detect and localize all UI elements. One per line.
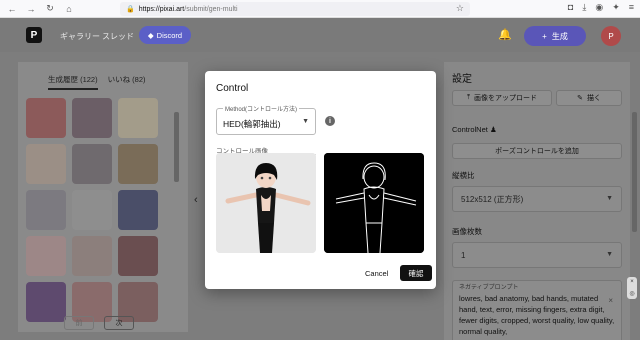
pagination: 前 次 xyxy=(64,316,134,330)
extensions-icon[interactable]: ✦ xyxy=(612,2,620,13)
method-legend: Method(コントロール方法) xyxy=(223,104,300,113)
lock-icon: 🔒 xyxy=(126,6,135,13)
nav-gallery[interactable]: ギャラリー xyxy=(60,31,100,42)
forward-icon[interactable]: → xyxy=(24,2,38,16)
thumbnail[interactable] xyxy=(72,144,112,184)
download-icon[interactable]: ⤓ xyxy=(582,2,586,13)
page-scrollbar[interactable] xyxy=(632,112,637,232)
app-header: P ギャラリー スレッド ◆ Discord 🔔 + 生成 P xyxy=(0,18,640,52)
caret-down-icon: ▼ xyxy=(302,118,309,125)
thumbnail[interactable] xyxy=(26,282,66,322)
tab-likes[interactable]: いいね (82) xyxy=(108,74,146,90)
negative-prompt-field[interactable]: ネガティブプロンプト × lowres, bad anatomy, bad ha… xyxy=(452,280,622,340)
draw-button[interactable]: ✎ 描く xyxy=(556,90,622,106)
side-widget[interactable]: × ◎ xyxy=(627,277,637,299)
controlnet-label: ControlNet ♟ xyxy=(452,125,497,134)
image-count-select[interactable]: 1 ▼ xyxy=(452,242,622,268)
close-icon[interactable]: × xyxy=(630,279,634,285)
source-figure-illustration xyxy=(216,153,316,253)
nav-threads[interactable]: スレッド xyxy=(102,31,134,42)
pocket-icon[interactable]: ◘ xyxy=(568,2,573,13)
negative-prompt-label: ネガティブプロンプト xyxy=(459,285,519,291)
avatar[interactable]: P xyxy=(601,26,621,46)
control-dialog: Control Method(コントロール方法) HED(輪郭抽出) ▼ i コ… xyxy=(205,71,436,289)
upload-icon: ⤒ xyxy=(466,94,471,101)
confirm-button[interactable]: 確認 xyxy=(400,265,432,281)
upload-image-button[interactable]: ⤒ 画像をアップロード xyxy=(452,90,552,106)
thumbnail[interactable] xyxy=(26,144,66,184)
thumbnail[interactable] xyxy=(118,236,158,276)
thumbnail[interactable] xyxy=(72,236,112,276)
thumbnail[interactable] xyxy=(118,144,158,184)
browser-toolbar: ← → ↻ ⌂ 🔒 https://pixai.art /submit/gen-… xyxy=(0,0,640,18)
notification-bell-icon[interactable]: 🔔 xyxy=(498,28,512,41)
account-icon[interactable]: ◉ xyxy=(595,2,603,13)
image-count-value: 1 xyxy=(461,250,466,260)
person-icon: ♟ xyxy=(489,125,497,134)
browser-icons: ◘ ⤓ ◉ ✦ ≡ xyxy=(568,2,634,13)
thumbnail[interactable] xyxy=(118,98,158,138)
control-edge-image xyxy=(324,153,424,253)
menu-icon[interactable]: ≡ xyxy=(629,2,634,13)
history-tabs: 生成履歴 (122) いいね (82) xyxy=(48,74,146,90)
back-icon[interactable]: ← xyxy=(5,2,19,16)
pixai-logo[interactable]: P xyxy=(26,27,42,43)
history-panel: 生成履歴 (122) いいね (82) 前 次 xyxy=(18,62,188,332)
controlnet-text: ControlNet xyxy=(452,125,488,134)
circle-icon[interactable]: ◎ xyxy=(629,290,634,297)
thumbnail-grid xyxy=(26,98,158,322)
upload-label: 画像をアップロード xyxy=(474,95,538,102)
aspect-ratio-value: 512x512 (正方形) xyxy=(461,194,524,204)
add-pose-control-button[interactable]: ポーズコントロールを追加 xyxy=(452,143,622,159)
history-scrollbar[interactable] xyxy=(174,112,179,182)
settings-panel: 設定 ⤒ 画像をアップロード ✎ 描く ControlNet ♟ ポーズコントロ… xyxy=(444,62,630,340)
cancel-button[interactable]: Cancel xyxy=(365,269,388,278)
discord-label: Discord xyxy=(156,30,183,40)
negative-prompt-text: lowres, bad anatomy, bad hands, mutated … xyxy=(459,294,615,336)
bookmark-star-icon[interactable]: ☆ xyxy=(456,3,464,14)
aspect-ratio-label: 縦横比 xyxy=(452,171,475,180)
next-page-button[interactable]: 次 xyxy=(104,316,134,330)
method-select[interactable]: Method(コントロール方法) HED(輪郭抽出) ▼ xyxy=(216,104,316,135)
caret-down-icon: ▼ xyxy=(606,195,613,202)
thumbnail[interactable] xyxy=(72,190,112,230)
url-host: https://pixai.art xyxy=(138,5,185,13)
chevron-left-icon[interactable]: ‹ xyxy=(194,194,198,206)
draw-label: 描く xyxy=(586,95,601,102)
pencil-icon: ✎ xyxy=(577,95,583,102)
thumbnail[interactable] xyxy=(72,98,112,138)
settings-title: 設定 xyxy=(452,74,472,85)
generate-label: 生成 xyxy=(551,31,568,41)
source-image xyxy=(216,153,316,253)
home-icon[interactable]: ⌂ xyxy=(62,2,76,16)
dialog-title: Control xyxy=(216,83,249,94)
address-bar[interactable]: 🔒 https://pixai.art /submit/gen-multi ☆ xyxy=(120,2,470,16)
caret-down-icon: ▼ xyxy=(606,251,613,258)
tab-history[interactable]: 生成履歴 (122) xyxy=(48,74,98,90)
discord-icon: ◆ xyxy=(147,30,154,40)
thumbnail[interactable] xyxy=(26,190,66,230)
image-count-label: 画像枚数 xyxy=(452,227,482,236)
thumbnail[interactable] xyxy=(118,190,158,230)
thumbnail[interactable] xyxy=(26,98,66,138)
reload-icon[interactable]: ↻ xyxy=(43,2,57,16)
plus-icon: + xyxy=(542,31,547,41)
info-icon[interactable]: i xyxy=(325,116,335,126)
method-value: HED(輪郭抽出) xyxy=(223,119,281,129)
discord-button[interactable]: ◆ Discord xyxy=(139,26,191,44)
edge-figure-illustration xyxy=(324,153,424,253)
pose-label: ポーズコントロールを追加 xyxy=(495,148,579,155)
aspect-ratio-select[interactable]: 512x512 (正方形) ▼ xyxy=(452,186,622,212)
clear-icon[interactable]: × xyxy=(608,295,613,306)
url-path: /submit/gen-multi xyxy=(184,5,238,13)
thumbnail[interactable] xyxy=(26,236,66,276)
generate-button[interactable]: + 生成 xyxy=(524,26,586,46)
prev-page-button[interactable]: 前 xyxy=(64,316,94,330)
